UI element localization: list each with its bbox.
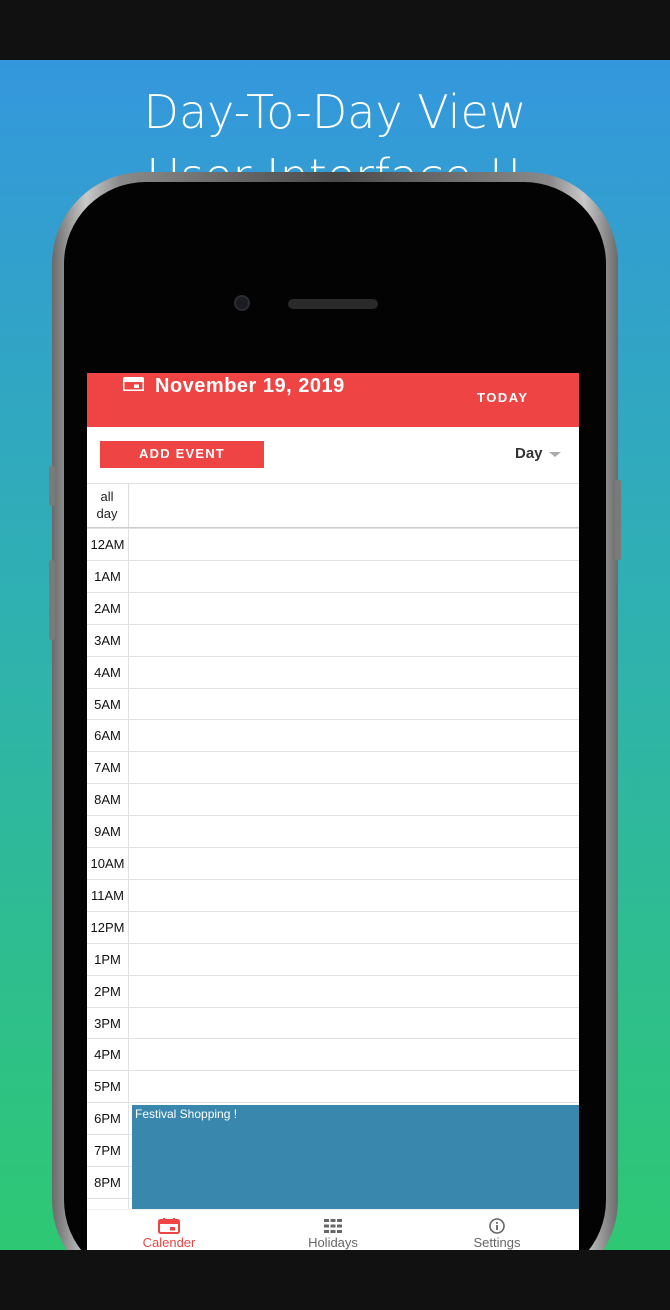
view-mode-value: Day	[515, 445, 543, 462]
hour-label: 1PM	[94, 951, 121, 967]
hour-slot[interactable]	[128, 752, 579, 784]
hour-slot[interactable]	[128, 529, 579, 560]
hour-slot[interactable]	[128, 560, 579, 592]
phone-mute-switch	[49, 466, 55, 506]
hour-label: 10AM	[90, 856, 125, 871]
chevron-down-icon	[548, 451, 561, 457]
nav-label-holidays: Holidays	[308, 1235, 358, 1250]
hour-label: 2PM	[94, 983, 121, 999]
all-day-row: all day	[87, 483, 579, 528]
hour-row: 5PM	[87, 1070, 579, 1103]
nav-item-settings[interactable]: Settings	[415, 1210, 579, 1250]
hour-slot[interactable]	[128, 1039, 579, 1071]
bottom-navigation: Calender Holidays Settings	[87, 1209, 579, 1250]
hour-slot[interactable]	[128, 975, 579, 1007]
phone-power-button	[615, 480, 621, 560]
hour-row: 3PM	[87, 1006, 579, 1039]
hour-row: 4PM	[87, 1038, 579, 1071]
grid-icon	[324, 1219, 342, 1233]
hour-label: 6AM	[94, 728, 121, 744]
hour-slot[interactable]	[128, 688, 579, 720]
app-bar: November 19, 2019 TODAY	[87, 373, 579, 427]
hour-label: 4AM	[94, 664, 121, 680]
headline-line-1: Day-To-Day View	[143, 85, 527, 139]
hour-slot[interactable]	[128, 911, 579, 943]
hour-slot[interactable]	[128, 943, 579, 975]
hour-label: 12AM	[90, 537, 125, 552]
hour-label: 2AM	[94, 600, 121, 616]
nav-item-calender[interactable]: Calender	[87, 1210, 251, 1250]
hour-row: 12AM	[87, 528, 579, 560]
hour-label: 9AM	[94, 824, 121, 840]
hour-label: 3AM	[94, 632, 121, 648]
hour-row: 6AM	[87, 719, 579, 752]
hour-slot[interactable]	[128, 816, 579, 848]
add-event-button[interactable]: ADD EVENT	[100, 441, 264, 468]
front-camera	[234, 295, 250, 311]
hour-label: 3PM	[94, 1015, 121, 1031]
hour-row: 11AM	[87, 878, 579, 911]
calendar-icon	[158, 1218, 180, 1234]
hour-slot[interactable]	[128, 656, 579, 688]
event-title: Festival Shopping !	[135, 1107, 238, 1121]
app-screen: November 19, 2019 TODAY ADD EVENT Day al…	[87, 373, 579, 1250]
hour-row: 4AM	[87, 655, 579, 688]
hour-row: 9AM	[87, 815, 579, 848]
hour-label: 5PM	[94, 1079, 121, 1095]
hour-row: 10AM	[87, 847, 579, 879]
hour-slot[interactable]	[128, 1007, 579, 1039]
hour-label: 6PM	[94, 1111, 121, 1127]
hour-slot[interactable]	[128, 784, 579, 816]
calendar-icon	[123, 377, 144, 391]
today-button[interactable]: TODAY	[477, 390, 529, 405]
bottom-black-bar	[0, 1250, 670, 1310]
hour-label: 5AM	[94, 696, 121, 712]
earpiece-speaker	[288, 299, 378, 309]
nav-label-calender: Calender	[142, 1235, 196, 1250]
hour-row: 12PM	[87, 910, 579, 943]
all-day-label-line1: all	[100, 489, 114, 504]
info-icon	[489, 1218, 505, 1234]
hour-row: 1PM	[87, 942, 579, 975]
hour-row: 7AM	[87, 751, 579, 784]
top-black-bar	[0, 0, 670, 60]
hour-label: 1AM	[94, 568, 121, 584]
hour-row: 2AM	[87, 591, 579, 624]
hour-row: 5AM	[87, 687, 579, 720]
all-day-cell[interactable]	[128, 484, 579, 527]
hour-label: 8AM	[94, 792, 121, 808]
hour-slot[interactable]	[128, 1071, 579, 1103]
hour-slot[interactable]	[128, 720, 579, 752]
hour-label: 12PM	[90, 919, 125, 935]
hour-label: 11AM	[91, 887, 124, 903]
view-mode-dropdown[interactable]: Day	[515, 445, 561, 462]
hour-slot[interactable]	[128, 848, 579, 879]
nav-item-holidays[interactable]: Holidays	[251, 1210, 415, 1250]
hour-slot[interactable]	[128, 624, 579, 656]
phone-volume-button	[49, 560, 55, 640]
nav-label-settings: Settings	[473, 1235, 521, 1250]
hour-slot[interactable]	[128, 592, 579, 624]
hour-label: 4PM	[94, 1047, 121, 1063]
hour-row: 3AM	[87, 623, 579, 656]
current-date-title: November 19, 2019	[155, 375, 345, 397]
all-day-label-line2: day	[96, 506, 118, 521]
hour-label: 7PM	[94, 1143, 121, 1159]
hour-row: 1AM	[87, 559, 579, 592]
hour-row: 8AM	[87, 783, 579, 816]
hour-row: 2PM	[87, 974, 579, 1007]
hour-label: 8PM	[94, 1175, 121, 1190]
hour-label: 7AM	[94, 760, 121, 776]
hour-slot[interactable]	[128, 879, 579, 911]
all-day-label: all day	[87, 488, 127, 522]
